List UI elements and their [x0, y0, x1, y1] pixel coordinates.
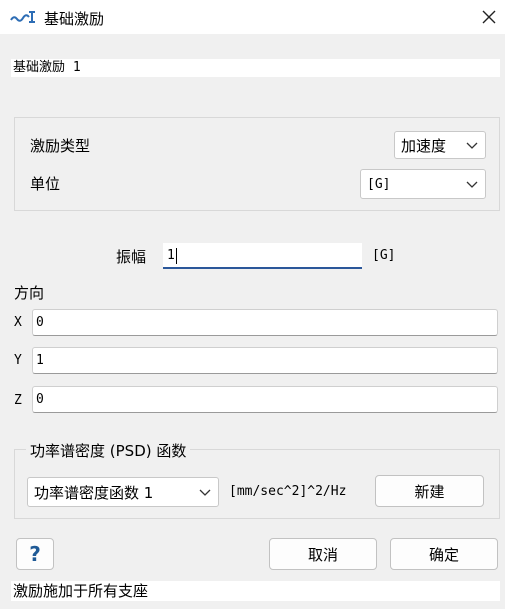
excitation-name-field[interactable]: 基础激励 1 — [11, 59, 500, 77]
amplitude-value: 1 — [167, 248, 175, 263]
new-psd-button[interactable]: 新建 — [375, 475, 484, 507]
unit-select[interactable]: [G] — [360, 169, 486, 199]
unit-value: [G] — [367, 176, 391, 192]
ansys-wave-icon — [10, 11, 35, 23]
status-text: 激励施加于所有支座 — [11, 581, 500, 601]
axis-z-label: Z — [14, 393, 22, 408]
help-icon: ? — [29, 542, 41, 566]
excitation-type-select[interactable]: 加速度 — [394, 131, 486, 159]
axis-x-label: X — [14, 315, 22, 330]
axis-x-input[interactable]: 0 — [32, 309, 498, 336]
axis-y-input[interactable]: 1 — [32, 347, 498, 374]
cancel-button[interactable]: 取消 — [269, 538, 377, 570]
close-button[interactable] — [474, 2, 504, 32]
axis-y-label: Y — [14, 353, 22, 368]
psd-function-value: 功率谱密度函数 1 — [34, 483, 154, 502]
amplitude-input[interactable]: 1 — [163, 243, 362, 269]
amplitude-label: 振幅 — [116, 248, 147, 266]
chevron-down-icon — [466, 142, 478, 149]
direction-label: 方向 — [14, 284, 45, 302]
amplitude-unit: [G] — [372, 248, 396, 263]
chevron-down-icon — [199, 489, 211, 496]
psd-group-label: 功率谱密度 (PSD) 函数 — [26, 440, 191, 461]
excitation-type-value: 加速度 — [401, 136, 447, 155]
text-caret — [175, 247, 177, 264]
unit-label: 单位 — [30, 175, 61, 193]
axis-z-value: 0 — [36, 392, 44, 407]
axis-x-value: 0 — [36, 315, 44, 330]
window-title: 基础激励 — [44, 10, 105, 28]
psd-function-select[interactable]: 功率谱密度函数 1 — [27, 477, 219, 507]
chevron-down-icon — [466, 181, 478, 188]
axis-z-input[interactable]: 0 — [32, 386, 498, 413]
excitation-type-label: 激励类型 — [30, 137, 91, 155]
axis-y-value: 1 — [36, 353, 44, 368]
ok-button[interactable]: 确定 — [390, 538, 498, 570]
close-icon — [482, 10, 496, 24]
psd-unit: [mm/sec^2]^2/Hz — [229, 484, 347, 499]
help-button[interactable]: ? — [16, 538, 54, 570]
